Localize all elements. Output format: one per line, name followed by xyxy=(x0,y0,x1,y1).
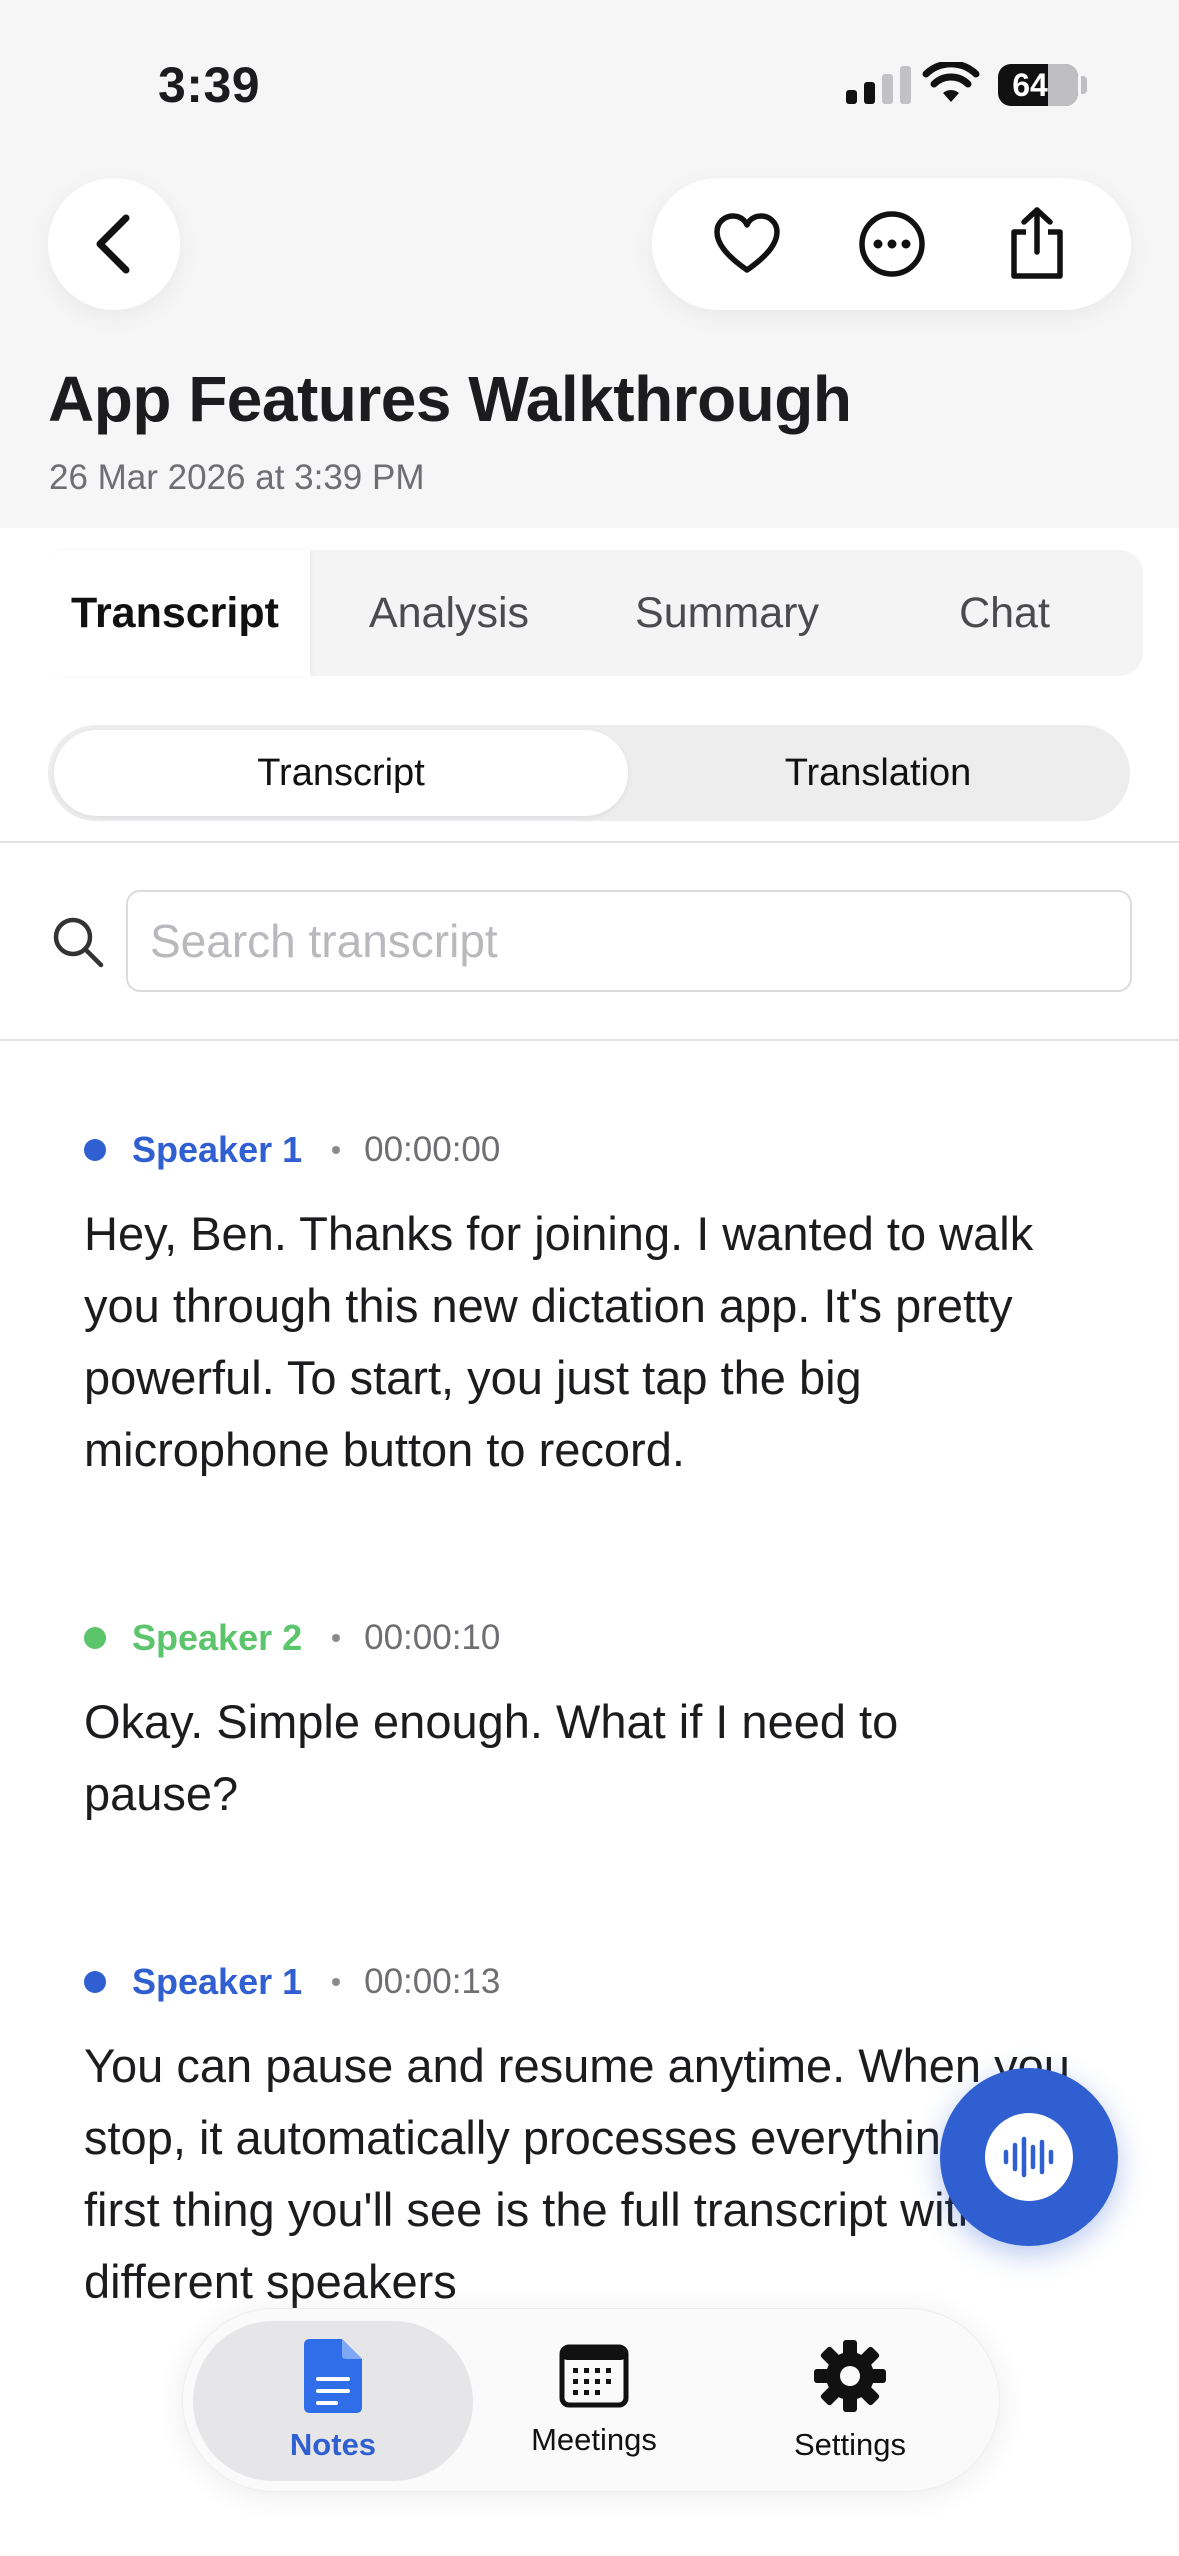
recording-date: 26 Mar 2026 at 3:39 PM xyxy=(49,458,425,497)
document-icon xyxy=(304,2339,362,2413)
more-icon xyxy=(858,211,925,277)
battery-nub xyxy=(1081,76,1087,94)
calendar-icon xyxy=(559,2344,629,2408)
speaker-name[interactable]: Speaker 1 xyxy=(132,1129,302,1171)
header-actions xyxy=(652,178,1131,310)
chevron-left-icon xyxy=(96,214,130,274)
waveform-icon xyxy=(1003,2136,1054,2178)
tabbar-settings[interactable]: Settings xyxy=(710,2321,990,2481)
transcript-entry: Speaker 1 00:00:00 Hey, Ben. Thanks for … xyxy=(84,1129,1104,1486)
cellular-signal-icon xyxy=(846,66,911,104)
heart-icon xyxy=(713,213,780,273)
speaker-color-dot xyxy=(84,1139,106,1161)
tabbar-notes[interactable]: Notes xyxy=(193,2321,473,2481)
record-button[interactable] xyxy=(940,2068,1118,2246)
tabbar-settings-label: Settings xyxy=(793,2427,906,2462)
wifi-icon xyxy=(922,62,980,102)
speaker-color-dot xyxy=(84,1971,106,1993)
timestamp[interactable]: 00:00:10 xyxy=(364,1618,500,1658)
battery-icon: 64 xyxy=(998,64,1078,106)
tabbar-meetings-label: Meetings xyxy=(531,2422,657,2457)
timestamp[interactable]: 00:00:13 xyxy=(364,1962,500,2002)
separator-dot xyxy=(332,1634,341,1642)
timestamp[interactable]: 00:00:00 xyxy=(364,1130,500,1170)
tab-transcript[interactable]: Transcript xyxy=(40,550,310,676)
share-icon xyxy=(1010,207,1063,279)
battery-level: 64 xyxy=(1012,67,1048,103)
segment-translation[interactable]: Translation xyxy=(628,730,1128,816)
back-button[interactable] xyxy=(48,178,180,310)
divider xyxy=(0,1039,1179,1041)
transcript-mode-control: Transcript Translation xyxy=(48,725,1130,821)
main-tabs: Transcript Analysis Summary Chat xyxy=(40,550,1143,676)
tabbar-notes-label: Notes xyxy=(289,2427,377,2462)
search-icon xyxy=(53,917,104,968)
transcript-text: Hey, Ben. Thanks for joining. I wanted t… xyxy=(84,1207,1034,1476)
page-title: App Features Walkthrough xyxy=(48,363,852,435)
speaker-name[interactable]: Speaker 2 xyxy=(132,1617,302,1659)
speaker-name[interactable]: Speaker 1 xyxy=(132,1961,302,2003)
transcript-text: Okay. Simple enough. What if I need to p… xyxy=(84,1695,899,1820)
favorite-button[interactable] xyxy=(697,194,797,294)
bottom-tab-bar: Notes Meetings Settings xyxy=(182,2308,1000,2492)
tab-chat[interactable]: Chat xyxy=(866,550,1143,676)
transcript-entry: Speaker 2 00:00:10 Okay. Simple enough. … xyxy=(84,1617,944,1830)
tab-summary[interactable]: Summary xyxy=(588,550,866,676)
gear-icon xyxy=(814,2340,886,2412)
more-options-button[interactable] xyxy=(842,194,942,294)
tabbar-meetings[interactable]: Meetings xyxy=(454,2321,734,2481)
separator-dot xyxy=(332,1978,341,1986)
divider xyxy=(0,841,1179,843)
tab-analysis[interactable]: Analysis xyxy=(310,550,588,676)
segment-transcript[interactable]: Transcript xyxy=(54,730,628,816)
speaker-color-dot xyxy=(84,1627,106,1649)
share-button[interactable] xyxy=(987,194,1087,294)
status-time: 3:39 xyxy=(158,57,261,113)
separator-dot xyxy=(332,1146,341,1154)
search-input[interactable] xyxy=(126,890,1132,992)
